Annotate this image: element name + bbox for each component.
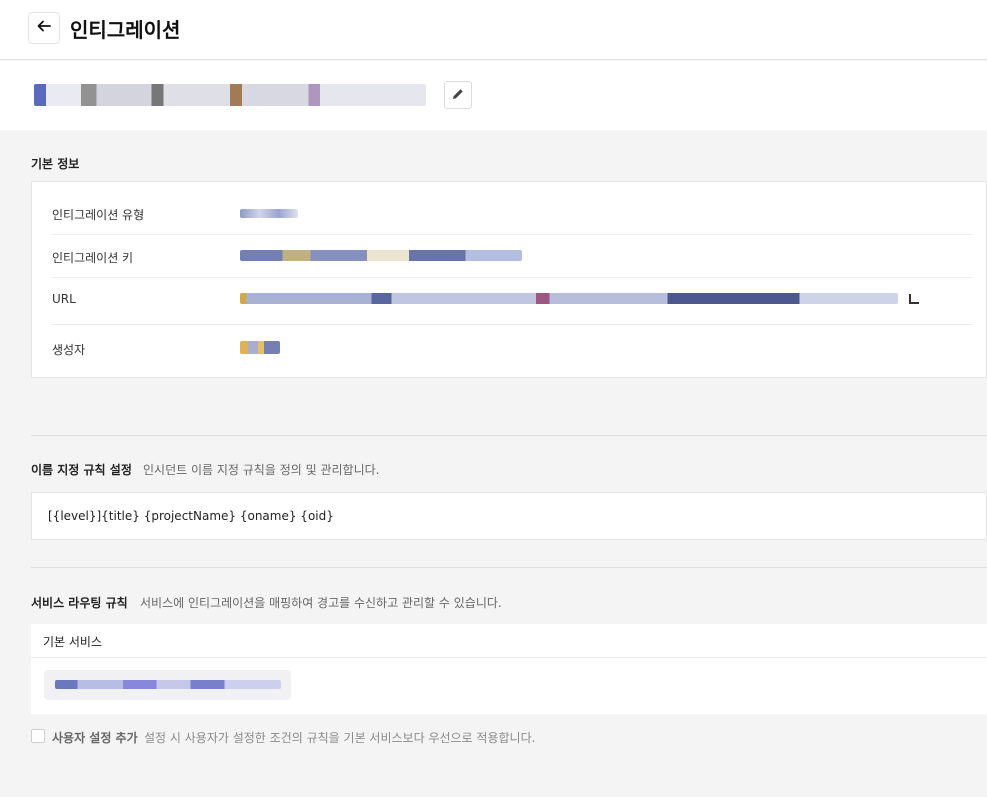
naming-rule-description: 인시던트 이름 지정 규칙을 정의 및 관리합니다.: [143, 463, 380, 477]
page-title: 인티그레이션: [70, 18, 181, 42]
basic-info-title: 기본 정보: [31, 157, 80, 171]
info-label-url: URL: [52, 292, 76, 306]
default-service-label: 기본 서비스: [43, 635, 103, 649]
info-row-type: 인티그레이션 유형: [52, 192, 972, 235]
info-value-key-redacted: [240, 250, 522, 261]
page-header: 인티그레이션: [0, 0, 987, 60]
default-service-name-redacted: [55, 680, 281, 689]
routing-rule-title: 서비스 라우팅 규칙: [31, 596, 128, 610]
info-row-creator: 생성자: [52, 325, 972, 375]
custom-setting-label: 사용자 설정 추가: [52, 731, 138, 745]
pencil-icon: [451, 86, 465, 105]
copy-icon[interactable]: [909, 294, 919, 304]
basic-info-card: 인티그레이션 유형 인티그레이션 키 URL 생성자: [31, 181, 987, 378]
info-value-type-redacted: [240, 209, 298, 218]
integration-name-bar: [0, 61, 987, 130]
info-value-creator-redacted: [240, 341, 280, 354]
info-value-url-redacted: [240, 293, 898, 304]
info-row-url: URL: [52, 278, 972, 325]
info-label-creator: 생성자: [52, 343, 86, 357]
routing-rule-description: 서비스에 인티그레이션을 매핑하여 경고를 수신하고 관리할 수 있습니다.: [140, 596, 502, 610]
default-service-card: 기본 서비스: [31, 624, 987, 714]
custom-setting-description: 설정 시 사용자가 설정한 조건의 규칙을 기본 서비스보다 우선으로 적용합니…: [144, 731, 536, 745]
section-divider: [31, 567, 987, 568]
naming-rule-field[interactable]: [{level}]{title} {projectName} {oname} {…: [31, 492, 987, 540]
back-button[interactable]: [28, 12, 60, 44]
section-divider: [31, 435, 987, 436]
info-row-key: 인티그레이션 키: [52, 235, 972, 278]
info-label-key: 인티그레이션 키: [52, 251, 134, 265]
default-service-chip[interactable]: [44, 670, 291, 700]
edit-name-button[interactable]: [444, 81, 472, 109]
integration-name-redacted: [34, 84, 426, 106]
naming-rule-value: [{level}]{title} {projectName} {oname} {…: [48, 509, 334, 523]
naming-rule-title: 이름 지정 규칙 설정: [31, 463, 132, 477]
default-service-body: [31, 658, 987, 714]
arrow-left-icon: [36, 18, 52, 38]
custom-setting-checkbox[interactable]: [31, 729, 45, 743]
info-label-type: 인티그레이션 유형: [52, 208, 145, 222]
